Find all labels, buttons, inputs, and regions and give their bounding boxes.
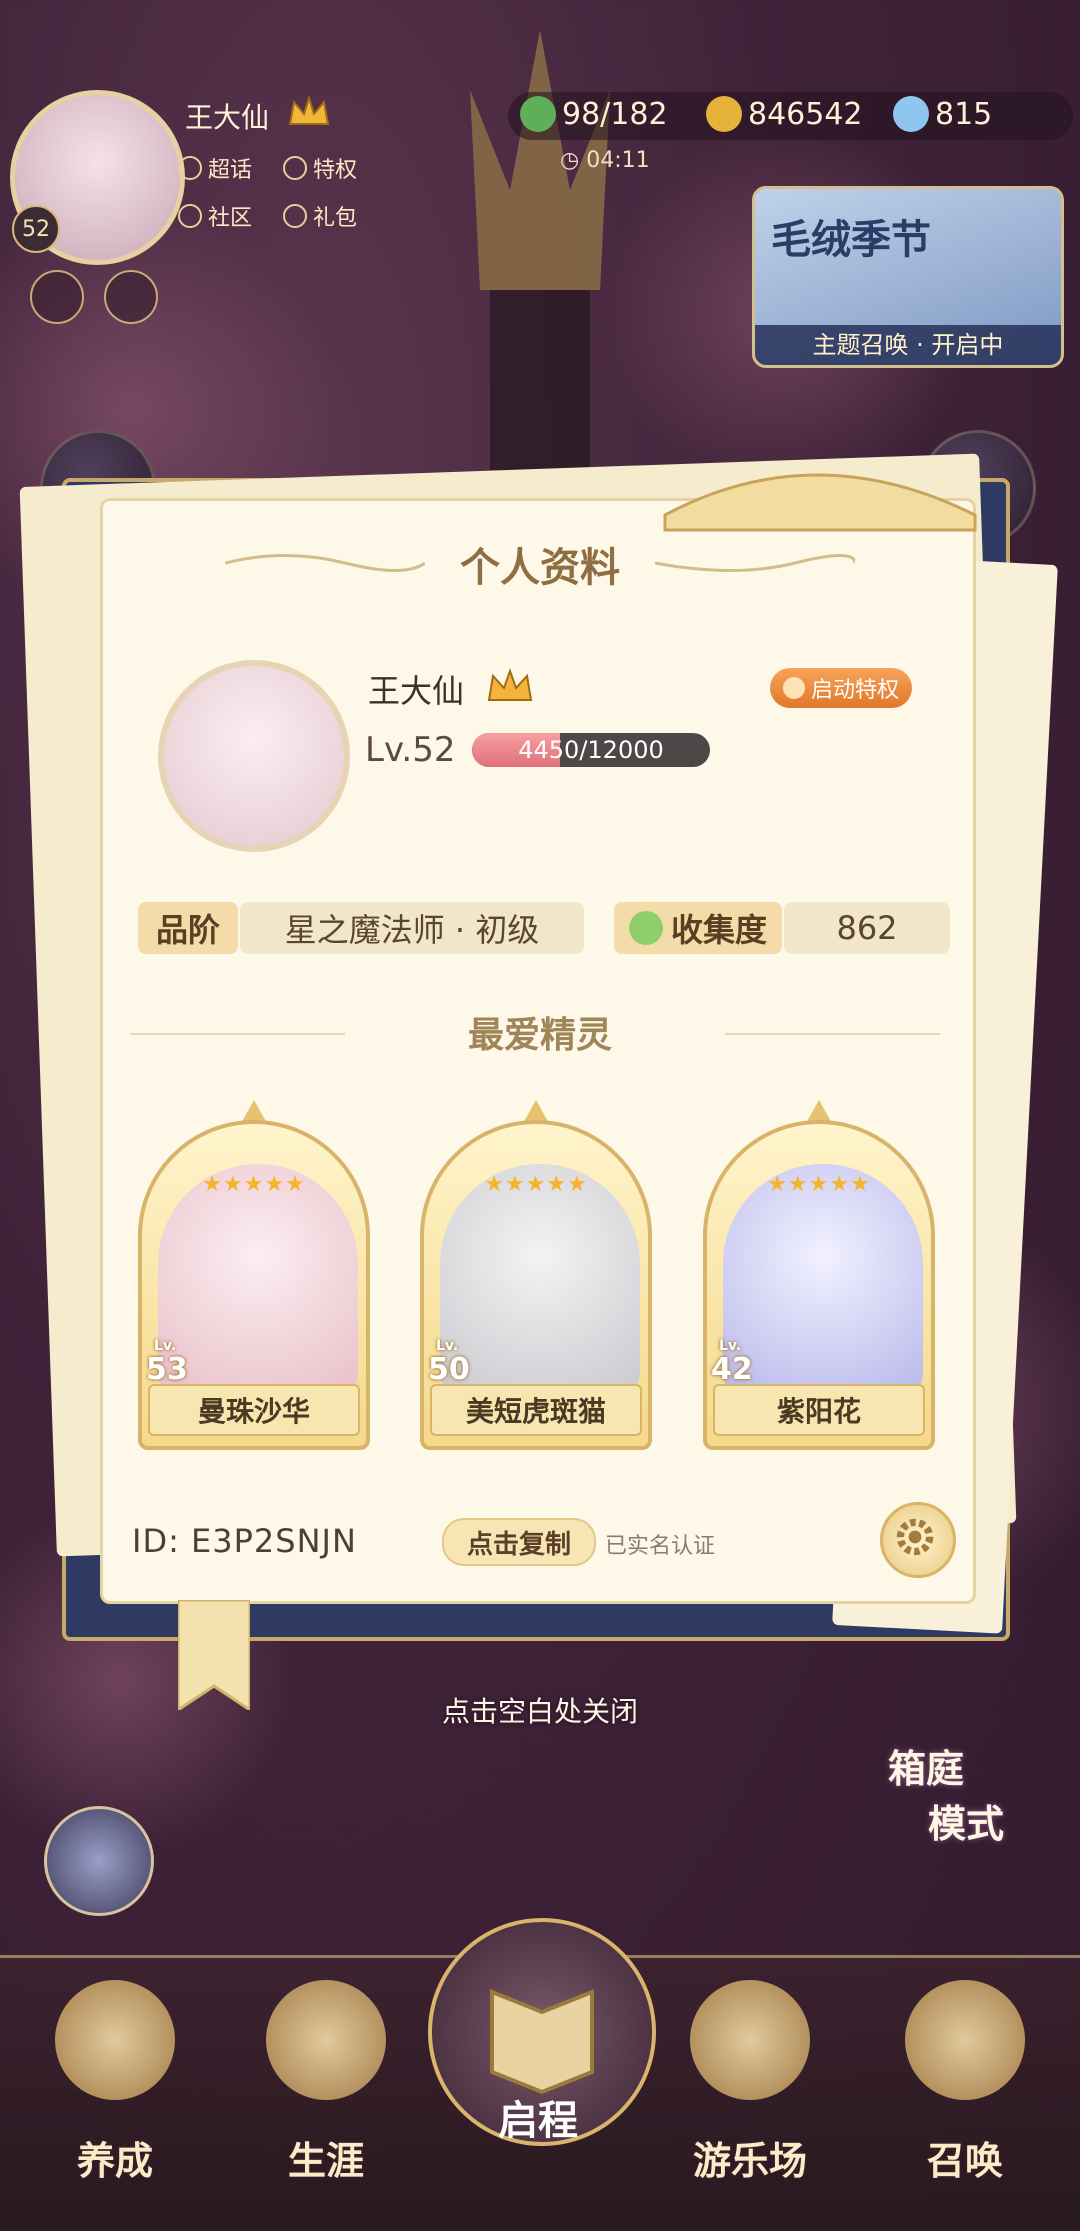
event-banner[interactable]: 毛绒季节 主题召唤 · 开启中 — [752, 186, 1064, 368]
close-hint[interactable]: 点击空白处关闭 — [0, 1690, 1080, 1730]
copy-id-button[interactable]: 点击复制 — [442, 1518, 596, 1566]
player-id: ID: E3P2SNJN — [132, 1522, 357, 1560]
star-icon — [690, 1980, 810, 2100]
stamina-counter[interactable]: 98/182 — [520, 96, 668, 132]
crown-icon — [266, 1980, 386, 2100]
link-privilege[interactable]: 特权 — [283, 152, 357, 184]
banner-footer: 主题召唤 · 开启中 — [755, 325, 1061, 365]
profile-avatar[interactable] — [158, 660, 350, 852]
card-stars: ★★★★★ — [767, 1172, 871, 1197]
community-icon — [178, 204, 202, 228]
garden-mode-button[interactable]: 箱庭 模式 — [868, 1738, 1048, 1868]
profile-name: 王大仙 — [368, 672, 465, 710]
nav-label-depart: 启程 — [498, 2098, 578, 2144]
wechat-icon — [782, 677, 805, 699]
card-frame: ★★★★★ Lv. 42 紫阳花 — [703, 1120, 935, 1450]
card-level: Lv. 50 — [428, 1338, 470, 1387]
card-portrait — [440, 1164, 640, 1394]
coin-icon — [706, 96, 742, 132]
card-stars: ★★★★★ — [202, 1172, 306, 1197]
link-community[interactable]: 社区 — [178, 200, 252, 232]
diamond-icon — [178, 156, 202, 180]
link-super-topic[interactable]: 超话 — [178, 152, 252, 184]
crystal-icon — [893, 96, 929, 132]
crown-icon — [288, 96, 330, 125]
crown-icon — [487, 668, 533, 701]
nav-item-career[interactable]: 生涯 — [236, 1970, 416, 2200]
rank-value: 星之魔法师 · 初级 — [240, 902, 584, 954]
nav-item-amusement[interactable]: 游乐场 — [660, 1970, 840, 2200]
verified-text: 已实名认证 — [605, 1534, 716, 1559]
favorite-card[interactable]: ★★★★★ Lv. 42 紫阳花 — [703, 1100, 935, 1452]
clover-icon — [520, 96, 556, 132]
nav-item-nurture[interactable]: 养成 — [25, 1970, 205, 2200]
collection-label: 收集度 — [614, 902, 782, 954]
favorites-title: 最爱精灵 — [467, 1015, 612, 1056]
card-portrait — [158, 1164, 358, 1394]
banner-title: 毛绒季节 — [771, 216, 931, 263]
moon-icon[interactable] — [44, 1806, 154, 1916]
rank-label: 品阶 — [138, 902, 238, 954]
gear-icon — [896, 1518, 934, 1556]
card-level: Lv. 53 — [146, 1338, 188, 1387]
level-label: Lv.52 — [365, 730, 456, 770]
favorite-card[interactable]: ★★★★★ Lv. 50 美短虎斑猫 — [420, 1100, 652, 1452]
eye-toggle-button[interactable] — [104, 270, 158, 324]
collection-value: 862 — [784, 902, 950, 954]
mail-button[interactable] — [30, 270, 84, 324]
card-name: 紫阳花 — [713, 1384, 925, 1436]
card-frame: ★★★★★ Lv. 50 美短虎斑猫 — [420, 1120, 652, 1450]
gift-icon — [283, 204, 307, 228]
favorite-card[interactable]: ★★★★★ Lv. 53 曼珠沙华 — [138, 1100, 370, 1452]
card-name: 美短虎斑猫 — [430, 1384, 642, 1436]
nav-item-summon[interactable]: 召唤 — [875, 1970, 1055, 2200]
privilege-icon — [283, 156, 307, 180]
exp-progress-bar: 4450/12000 — [472, 733, 710, 767]
exp-text: 4450/12000 — [518, 736, 664, 764]
card-summon-icon — [905, 1980, 1025, 2100]
player-name: 王大仙 — [185, 101, 270, 134]
gem-counter[interactable]: 815 — [893, 96, 992, 132]
card-level: Lv. 42 — [711, 1338, 753, 1387]
character-icon — [55, 1980, 175, 2100]
settings-gear-button[interactable] — [880, 1502, 956, 1578]
gold-counter[interactable]: 846542 — [706, 96, 863, 132]
card-portrait — [723, 1164, 923, 1394]
card-frame: ★★★★★ Lv. 53 曼珠沙华 — [138, 1120, 370, 1450]
panel-title: 个人资料 — [460, 545, 620, 591]
activate-privilege-button[interactable]: 启动特权 — [770, 668, 912, 708]
link-gift-pack[interactable]: 礼包 — [283, 200, 357, 232]
player-level-badge: 52 — [12, 205, 60, 253]
stamina-timer: ◷ 04:11 — [560, 148, 650, 173]
card-stars: ★★★★★ — [484, 1172, 588, 1197]
card-name: 曼珠沙华 — [148, 1384, 360, 1436]
flower-icon — [628, 911, 663, 945]
panel-corner-ornament — [663, 473, 977, 532]
